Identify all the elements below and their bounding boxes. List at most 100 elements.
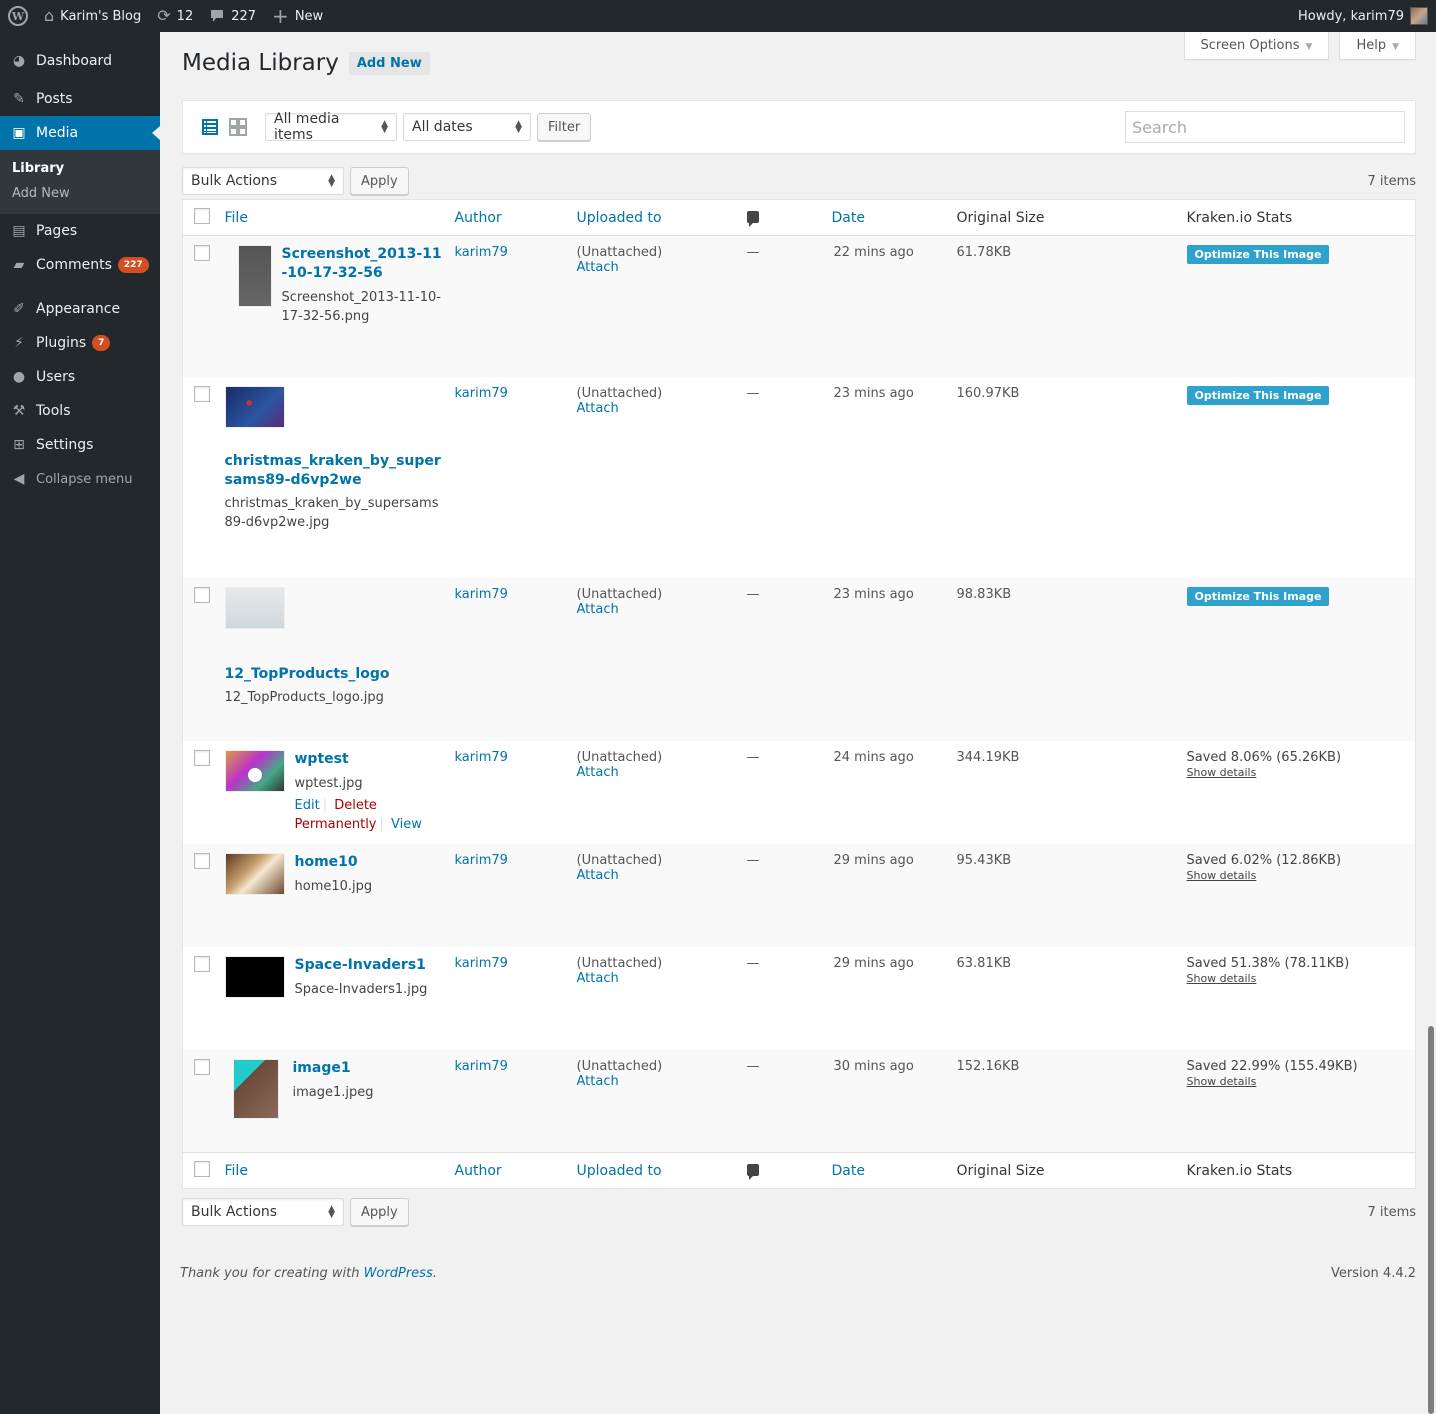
sidebar-item-dashboard[interactable]: ◕ Dashboard	[0, 44, 160, 78]
sidebar-item-label: Posts	[36, 91, 73, 107]
row-checkbox[interactable]	[194, 852, 210, 869]
show-details-link[interactable]: Show details	[1187, 1075, 1257, 1088]
thumbnail-image[interactable]	[237, 245, 272, 307]
column-author[interactable]: Author	[455, 1163, 502, 1179]
original-size: 344.19KB	[956, 749, 1020, 765]
thumbnail-image[interactable]	[224, 385, 285, 428]
screen-options-button[interactable]: Screen Options ▼	[1183, 32, 1330, 60]
column-kraken-stats: Kraken.io Stats	[1186, 1152, 1416, 1189]
column-date[interactable]: Date	[832, 1163, 865, 1179]
show-details-link[interactable]: Show details	[1187, 869, 1257, 882]
apply-button-bottom[interactable]: Apply	[350, 1198, 409, 1226]
author-link[interactable]: karim79	[455, 853, 508, 868]
media-type-filter[interactable]: All media items ▲ ▼	[265, 111, 397, 143]
column-uploaded-to[interactable]: Uploaded to	[577, 1163, 662, 1179]
media-title-link[interactable]: wptest	[295, 750, 447, 769]
updates-link[interactable]: ⟳ 12	[149, 0, 201, 32]
sidebar-item-users[interactable]: ● Users	[0, 360, 160, 394]
collapse-menu-button[interactable]: ◀ Collapse menu	[0, 462, 160, 496]
attach-link[interactable]: Attach	[577, 602, 619, 617]
edit-link[interactable]: Edit	[295, 798, 320, 813]
kraken-saved: Saved 8.06% (65.26KB)	[1186, 749, 1342, 765]
author-link[interactable]: karim79	[455, 1059, 508, 1074]
sidebar-item-pages[interactable]: ▤ Pages	[0, 214, 160, 248]
scrollbar[interactable]	[1428, 1026, 1434, 1414]
row-checkbox[interactable]	[194, 245, 210, 261]
optimize-image-button[interactable]: Optimize This Image	[1186, 385, 1330, 405]
attach-link[interactable]: Attach	[577, 971, 619, 986]
media-title-link[interactable]: christmas_kraken_by_supersams89-d6vp2we	[225, 452, 447, 490]
select-all-checkbox-bottom[interactable]	[194, 1160, 210, 1177]
media-title-link[interactable]: home10	[295, 853, 447, 872]
show-details-link[interactable]: Show details	[1187, 766, 1257, 779]
media-type-value: All media items	[274, 111, 340, 143]
media-title-link[interactable]: image1	[293, 1059, 447, 1078]
search-input[interactable]: Search	[1125, 111, 1405, 143]
author-link[interactable]: karim79	[455, 750, 508, 765]
submenu-add-new[interactable]: Add New	[0, 181, 160, 206]
author-link[interactable]: karim79	[455, 386, 508, 401]
row-checkbox[interactable]	[194, 1058, 210, 1075]
comments-link[interactable]: 227	[201, 0, 264, 32]
row-checkbox[interactable]	[194, 586, 210, 603]
attach-link[interactable]: Attach	[577, 401, 619, 416]
sidebar-item-plugins[interactable]: ⚡ Plugins 7	[0, 326, 160, 360]
sidebar-item-appearance[interactable]: ✐ Appearance	[0, 292, 160, 326]
thumbnail-image[interactable]	[224, 586, 285, 629]
row-checkbox[interactable]	[194, 385, 210, 402]
author-link[interactable]: karim79	[455, 587, 508, 602]
author-link[interactable]: karim79	[455, 956, 508, 971]
optimize-image-button[interactable]: Optimize This Image	[1186, 586, 1330, 606]
site-name-link[interactable]: ⌂ Karim's Blog	[36, 0, 149, 32]
column-uploaded-to[interactable]: Uploaded to	[577, 210, 662, 226]
column-date[interactable]: Date	[832, 210, 865, 226]
media-title-link[interactable]: 12_TopProducts_logo	[225, 665, 447, 684]
list-view-icon[interactable]	[201, 118, 219, 136]
wp-logo-menu[interactable]: W	[0, 0, 36, 32]
thumbnail-image[interactable]	[232, 1058, 279, 1119]
attach-link[interactable]: Attach	[577, 765, 619, 780]
thumbnail-image[interactable]	[224, 852, 285, 895]
sidebar-item-posts[interactable]: ✎ Posts	[0, 82, 160, 116]
column-file[interactable]: File	[225, 210, 248, 226]
sidebar-item-tools[interactable]: ⚒ Tools	[0, 394, 160, 428]
submenu-library[interactable]: Library	[0, 156, 160, 181]
comments-column-icon[interactable]	[746, 1163, 759, 1180]
comments-column-icon[interactable]	[746, 210, 759, 227]
original-size: 160.97KB	[956, 385, 1020, 401]
original-size: 152.16KB	[956, 1049, 1187, 1153]
attach-link[interactable]: Attach	[577, 868, 619, 883]
select-all-checkbox[interactable]	[194, 207, 210, 224]
add-new-button[interactable]: Add New	[348, 51, 430, 75]
tablenav-bottom: Bulk Actions ▲ ▼ Apply 7 items	[182, 1196, 1416, 1228]
date-filter[interactable]: All dates ▲ ▼	[403, 113, 531, 141]
attach-link[interactable]: Attach	[577, 1074, 619, 1089]
wordpress-link[interactable]: WordPress	[364, 1266, 433, 1281]
help-button[interactable]: Help ▼	[1339, 32, 1416, 60]
date-filter-value: All dates	[412, 119, 473, 135]
new-content-link[interactable]: + New	[264, 0, 331, 32]
sidebar-item-media[interactable]: ▣ Media	[0, 116, 160, 150]
show-details-link[interactable]: Show details	[1187, 972, 1257, 985]
sidebar-item-comments[interactable]: ▰ Comments 227	[0, 248, 160, 282]
apply-button[interactable]: Apply	[350, 167, 409, 195]
media-title-link[interactable]: Space-Invaders1	[295, 956, 447, 975]
column-author[interactable]: Author	[455, 210, 502, 226]
filter-button[interactable]: Filter	[537, 113, 592, 141]
grid-view-icon[interactable]	[229, 118, 247, 136]
thumbnail-image[interactable]	[224, 749, 285, 792]
bulk-actions-select-bottom[interactable]: Bulk Actions ▲ ▼	[182, 1198, 344, 1226]
media-title-link[interactable]: Screenshot_2013-11-10-17-32-56	[282, 245, 447, 283]
column-file[interactable]: File	[225, 1163, 248, 1179]
row-checkbox[interactable]	[194, 749, 210, 766]
row-checkbox[interactable]	[194, 955, 210, 972]
attach-link[interactable]: Attach	[577, 260, 619, 275]
view-link[interactable]: View	[391, 817, 422, 832]
my-account[interactable]: Howdy, karim79	[1298, 7, 1436, 25]
thumbnail-image[interactable]	[224, 955, 285, 998]
uploaded-to-status: (Unattached)	[576, 245, 663, 260]
bulk-actions-select[interactable]: Bulk Actions ▲ ▼	[182, 167, 344, 195]
sidebar-item-settings[interactable]: ⊞ Settings	[0, 428, 160, 462]
optimize-image-button[interactable]: Optimize This Image	[1186, 245, 1330, 264]
author-link[interactable]: karim79	[455, 245, 508, 260]
